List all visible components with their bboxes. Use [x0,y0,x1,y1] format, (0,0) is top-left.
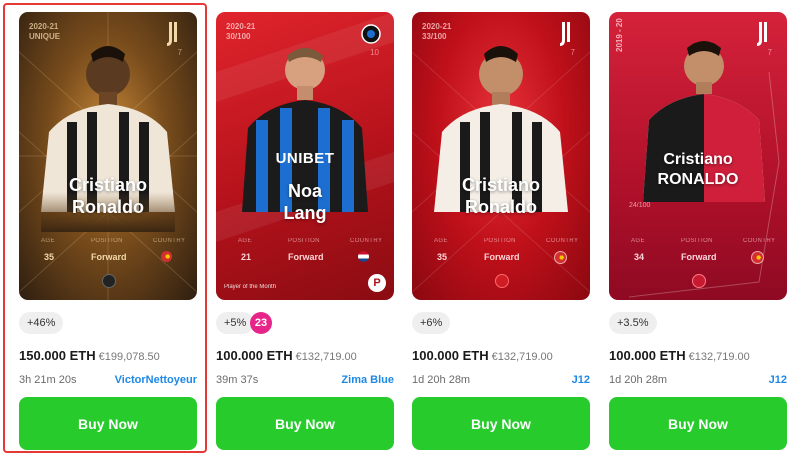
juventus-logo-icon [757,22,767,46]
buy-now-button[interactable]: Buy Now [412,397,590,450]
player-last-name: Ronaldo [72,197,144,217]
position-value: Forward [288,252,324,262]
player-last-name: Lang [283,203,327,223]
time-remaining: 39m 37s [216,374,259,386]
price-eur: €132,719.00 [491,351,553,363]
juventus-logo-icon [560,22,570,46]
listing-card[interactable]: 2020-21 UNIQUE 7 Cristiano Ronaldo AGE P… [19,0,197,458]
price-change-badge: +3.5% [609,312,657,334]
portugal-flag-icon [161,251,172,262]
jersey-number: 7 [767,48,772,57]
scarcity-label: UNIQUE [29,32,61,41]
price: 100.000 ETH €132,719.00 [412,348,553,363]
time-remaining: 1d 20h 28m [412,374,471,386]
player-last-name: Ronaldo [465,197,537,217]
country-label: COUNTRY [350,238,383,244]
price-eur: €132,719.00 [295,351,357,363]
club-brugge-logo-icon [361,24,381,44]
player-first-name: Cristiano [68,175,147,195]
country-label: COUNTRY [743,238,776,244]
player-first-name: Cristiano [663,151,733,168]
buy-now-button[interactable]: Buy Now [216,397,394,450]
player-name: Noa Lang [216,180,394,224]
netherlands-flag-icon [358,251,369,262]
portugal-flag-icon [751,251,764,264]
seller-link[interactable]: J12 [769,374,787,386]
country-label: COUNTRY [546,238,579,244]
price-eth: 100.000 ETH [609,348,686,363]
scarcity-ball-icon [495,274,509,288]
listing-card[interactable]: 2020-21 30/100 10 UNIBET Noa Lang AGE PO… [216,0,394,458]
player-card-image[interactable]: 2020-21 UNIQUE 7 Cristiano Ronaldo AGE P… [19,12,197,300]
card-season: 2020-21 30/100 [226,22,255,42]
special-edition-icon: P [368,274,386,292]
scarcity-ball-icon [102,274,116,288]
player-card-image[interactable]: 2020-21 30/100 10 UNIBET Noa Lang AGE PO… [216,12,394,300]
buy-now-button[interactable]: Buy Now [19,397,197,450]
player-card-image[interactable]: 2019 - 20 7 Cristiano RONALDO 24/100 AGE… [609,12,787,300]
card-season: 2020-21 33/100 [422,22,451,42]
position-label: POSITION [288,238,320,244]
price-eth: 150.000 ETH [19,348,96,363]
jersey-number: 7 [570,48,575,57]
price: 100.000 ETH €132,719.00 [609,348,750,363]
price-change-badge: +5% [216,312,255,334]
scarcity-ball-icon [692,274,706,288]
age-value: 34 [634,252,645,262]
age-value: 21 [241,252,252,262]
seller-link[interactable]: J12 [572,374,590,386]
card-season: 2019 - 20 [615,18,624,52]
player-name: Cristiano RONALDO [609,150,787,190]
price: 150.000 ETH €199,078.50 [19,348,160,363]
price-eur: €199,078.50 [98,351,160,363]
buy-now-button[interactable]: Buy Now [609,397,787,450]
player-first-name: Cristiano [461,175,540,195]
player-name: Cristiano Ronaldo [19,174,197,218]
player-name: Cristiano Ronaldo [412,174,590,218]
price: 100.000 ETH €132,719.00 [216,348,357,363]
position-value: Forward [681,252,717,262]
listing-card[interactable]: 2020-21 33/100 7 Cristiano Ronaldo AGE P… [412,0,590,458]
portugal-flag-icon [554,251,567,264]
season-label: 2020-21 [226,22,256,31]
jersey-number: 7 [177,48,182,57]
age-value: 35 [437,252,448,262]
age-label: AGE [434,238,448,244]
price-eur: €132,719.00 [688,351,750,363]
player-first-name: Noa [287,181,322,201]
price-eth: 100.000 ETH [216,348,293,363]
scarcity-label: 30/100 [226,32,251,41]
position-value: Forward [484,252,520,262]
scarcity-label: 33/100 [422,32,447,41]
player-card-image[interactable]: 2020-21 33/100 7 Cristiano Ronaldo AGE P… [412,12,590,300]
price-change-badge: +6% [412,312,451,334]
seller-link[interactable]: VictorNettoyeur [115,374,197,386]
position-label: POSITION [91,238,123,244]
sponsor-text: UNIBET [275,150,335,167]
card-season: 2020-21 UNIQUE [29,22,60,42]
card-note: Player of the Month [224,284,277,290]
price-change-badge: +46% [19,312,64,334]
age-value: 35 [44,252,55,262]
age-label: AGE [41,238,55,244]
seller-link[interactable]: Zima Blue [341,374,394,386]
juventus-logo-icon [167,22,177,46]
season-label: 2020-21 [422,22,452,31]
jersey-number: 10 [370,48,379,57]
age-label: AGE [238,238,252,244]
time-remaining: 1d 20h 28m [609,374,668,386]
time-remaining: 3h 21m 20s [19,374,77,386]
listing-card[interactable]: 2019 - 20 7 Cristiano RONALDO 24/100 AGE… [609,0,787,458]
age-label: AGE [631,238,645,244]
position-value: Forward [91,252,127,262]
season-label: 2020-21 [29,22,59,31]
count-badge: 23 [250,312,272,334]
player-last-name: RONALDO [657,171,739,188]
country-label: COUNTRY [153,238,186,244]
position-label: POSITION [681,238,713,244]
serial-number: 24/100 [629,202,651,209]
price-eth: 100.000 ETH [412,348,489,363]
position-label: POSITION [484,238,516,244]
